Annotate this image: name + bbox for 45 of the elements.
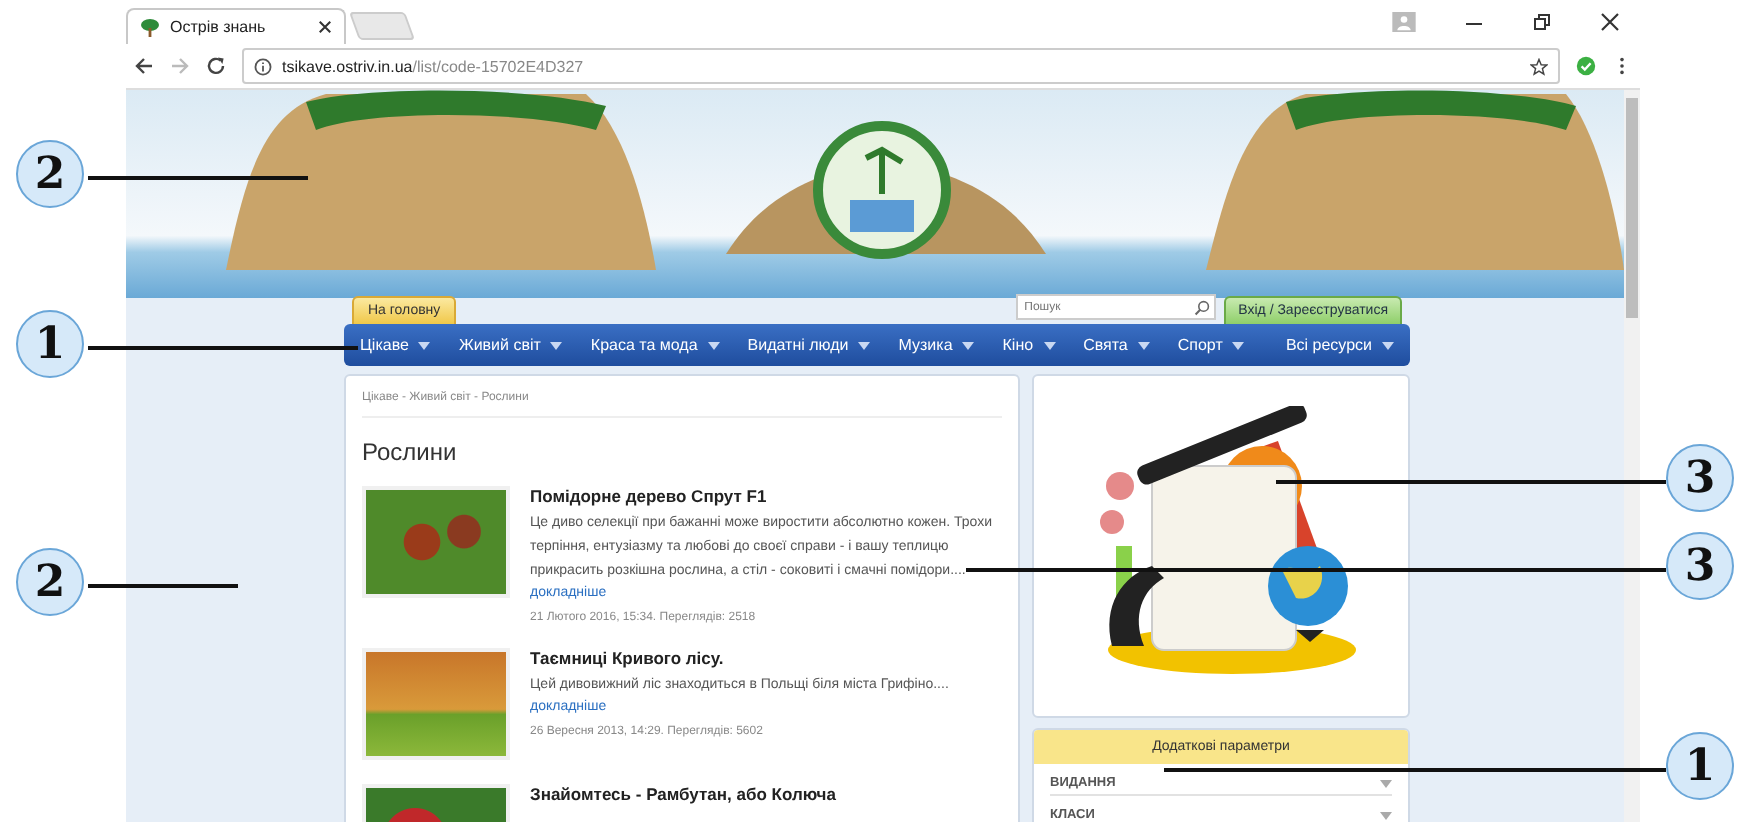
article-title[interactable]: Знайомтесь - Рамбутан, або Колюча — [530, 784, 1002, 804]
number-marker: 2 — [16, 140, 84, 208]
close-icon[interactable] — [318, 20, 332, 34]
caret-icon[interactable] — [962, 341, 975, 349]
number-marker: 1 — [1666, 732, 1734, 800]
restore-icon[interactable] — [1532, 12, 1552, 32]
article-title[interactable]: Таємниці Кривого лісу. — [530, 648, 1002, 668]
search-icon[interactable] — [1194, 299, 1211, 315]
reload-icon[interactable] — [206, 56, 226, 76]
menu-item[interactable]: Свята — [1083, 336, 1128, 354]
tree-icon — [140, 17, 160, 37]
caret-icon[interactable] — [1043, 341, 1056, 349]
menu-item[interactable]: Кіно — [1002, 336, 1034, 354]
photo-placeholder[interactable] — [362, 648, 510, 760]
check-icon[interactable] — [1576, 56, 1596, 76]
menu-item[interactable]: Цікаве — [360, 336, 409, 354]
menu-item[interactable]: Видатні люди — [747, 336, 849, 354]
url-text: tsikave.ostriv.in.ua/list/code-15702E4D327 — [282, 57, 586, 75]
back-arrow-icon[interactable] — [134, 56, 154, 76]
caret-icon[interactable] — [1137, 341, 1150, 349]
number-marker: 3 — [1666, 444, 1734, 512]
number-marker: 3 — [1666, 532, 1734, 600]
close-icon[interactable] — [1600, 12, 1620, 32]
article-title[interactable]: Помідорне дерево Спрут F1 — [530, 486, 1002, 506]
caret-icon[interactable] — [418, 341, 431, 349]
star-icon[interactable] — [1530, 57, 1548, 75]
menu-item[interactable]: Музика — [898, 336, 953, 354]
caret-icon[interactable] — [707, 341, 720, 349]
menu-item[interactable]: Живий світ — [458, 336, 541, 354]
tab-title: Острів знань — [170, 18, 268, 36]
menu-item[interactable]: Краса та мода — [590, 336, 698, 354]
caret-icon[interactable] — [1232, 341, 1245, 349]
menu-item[interactable]: Всі ресурси — [1285, 336, 1372, 354]
caret-icon[interactable] — [858, 341, 871, 349]
number-marker: 2 — [16, 548, 84, 616]
caret-icon[interactable] — [1382, 341, 1394, 349]
info-icon — [254, 57, 272, 75]
browser-tab[interactable]: Острів знань — [126, 8, 346, 44]
address-bar[interactable]: tsikave.ostriv.in.ua/list/code-15702E4D327 — [242, 48, 1560, 84]
menu-item[interactable]: Спорт — [1177, 336, 1223, 354]
photo-placeholder[interactable] — [362, 486, 510, 598]
page-heading: Рослини — [362, 438, 459, 466]
number-marker: 1 — [16, 310, 84, 378]
caret-icon[interactable] — [550, 341, 563, 349]
scrollbar[interactable] — [1624, 90, 1640, 822]
